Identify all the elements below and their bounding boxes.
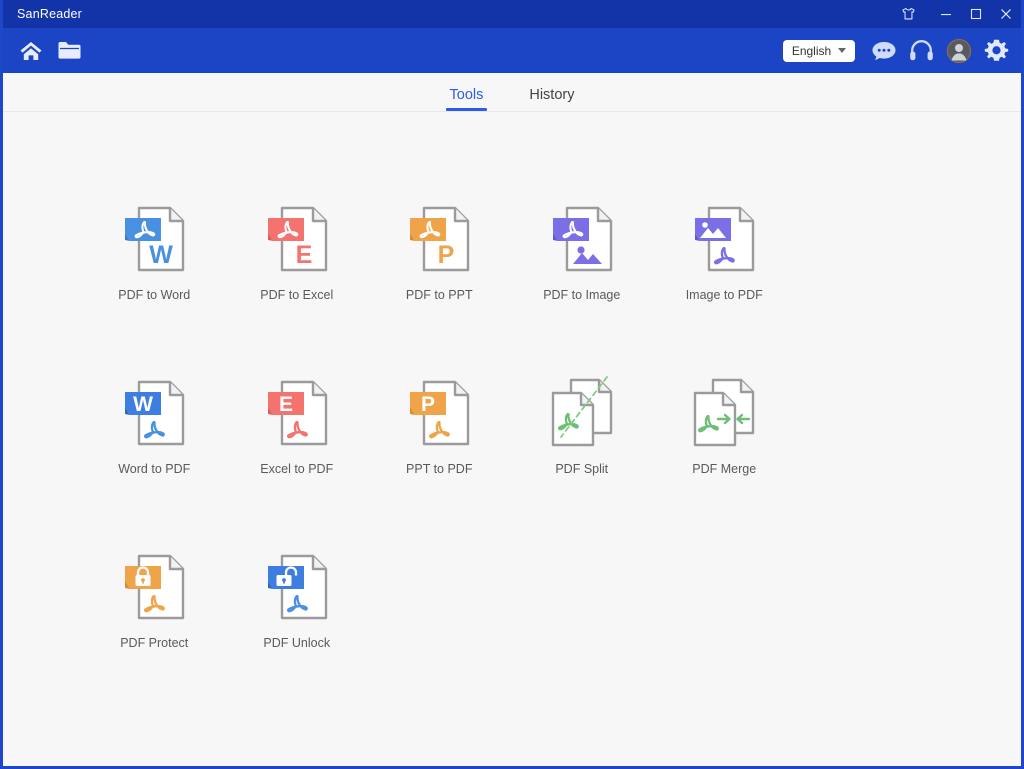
app-window: SanReader bbox=[0, 0, 1024, 769]
tool-card-excel-to-pdf[interactable]: E Excel to PDF bbox=[226, 366, 369, 540]
excel-to-pdf-icon: E bbox=[247, 370, 347, 456]
toolbar-left-group bbox=[19, 40, 82, 62]
svg-text:W: W bbox=[133, 393, 153, 416]
toolbar-right-group: English bbox=[783, 38, 1009, 64]
tab-tools-label: Tools bbox=[450, 87, 484, 103]
window-controls bbox=[893, 0, 1021, 28]
language-select-value: English bbox=[792, 45, 831, 57]
minimize-button[interactable] bbox=[931, 0, 961, 28]
settings-gear-icon[interactable] bbox=[984, 38, 1009, 63]
content-area: W PDF to Word E bbox=[3, 112, 1021, 766]
pdf-unlock-icon bbox=[247, 544, 347, 630]
tool-label: PDF Split bbox=[555, 462, 608, 476]
pdf-split-icon bbox=[532, 370, 632, 456]
tool-card-pdf-protect[interactable]: PDF Protect bbox=[83, 540, 226, 714]
tool-label: PDF to Word bbox=[118, 288, 190, 302]
pdf-merge-icon bbox=[674, 370, 774, 456]
tool-label: Image to PDF bbox=[686, 288, 763, 302]
ppt-to-pdf-icon: P bbox=[389, 370, 489, 456]
pdf-to-ppt-icon: P bbox=[389, 196, 489, 282]
tool-card-pdf-to-word[interactable]: W PDF to Word bbox=[83, 192, 226, 366]
tab-history[interactable]: History bbox=[525, 87, 578, 111]
open-folder-icon[interactable] bbox=[57, 40, 82, 61]
tool-card-pdf-split[interactable]: PDF Split bbox=[511, 366, 654, 540]
skin-icon[interactable] bbox=[893, 0, 923, 28]
tool-card-ppt-to-pdf[interactable]: P PPT to PDF bbox=[368, 366, 511, 540]
pdf-to-excel-icon: E bbox=[247, 196, 347, 282]
support-headset-icon[interactable] bbox=[909, 39, 934, 62]
tab-bar: Tools History bbox=[3, 73, 1021, 112]
pdf-to-image-icon bbox=[532, 196, 632, 282]
svg-text:P: P bbox=[421, 393, 435, 416]
tools-grid-row: W Word to PDF E bbox=[3, 366, 1021, 540]
feedback-chat-icon[interactable] bbox=[871, 40, 897, 62]
tool-card-word-to-pdf[interactable]: W Word to PDF bbox=[83, 366, 226, 540]
tool-label: PPT to PDF bbox=[406, 462, 472, 476]
tool-label: PDF to Excel bbox=[260, 288, 333, 302]
tool-label: PDF Merge bbox=[692, 462, 756, 476]
pdf-to-word-icon: W bbox=[104, 196, 204, 282]
tool-card-pdf-merge[interactable]: PDF Merge bbox=[653, 366, 796, 540]
svg-text:E: E bbox=[295, 241, 312, 269]
tab-tools[interactable]: Tools bbox=[446, 87, 488, 111]
tool-label: Word to PDF bbox=[118, 462, 190, 476]
language-select[interactable]: English bbox=[783, 40, 855, 62]
svg-text:W: W bbox=[149, 241, 173, 269]
tool-card-pdf-to-ppt[interactable]: P PDF to PPT bbox=[368, 192, 511, 366]
chevron-down-icon bbox=[838, 48, 846, 53]
tool-card-pdf-unlock[interactable]: PDF Unlock bbox=[226, 540, 369, 714]
svg-text:P: P bbox=[438, 241, 455, 269]
tool-label: PDF Protect bbox=[120, 636, 188, 650]
svg-text:E: E bbox=[279, 393, 293, 416]
image-to-pdf-icon bbox=[674, 196, 774, 282]
tools-grid-row: PDF Protect bbox=[3, 540, 1021, 714]
tool-label: Excel to PDF bbox=[260, 462, 333, 476]
tool-card-pdf-to-image[interactable]: PDF to Image bbox=[511, 192, 654, 366]
window-title: SanReader bbox=[17, 7, 82, 21]
pdf-protect-icon bbox=[104, 544, 204, 630]
tab-history-label: History bbox=[529, 87, 574, 103]
tools-grid-row: W PDF to Word E bbox=[3, 192, 1021, 366]
tool-label: PDF to PPT bbox=[406, 288, 473, 302]
tool-card-pdf-to-excel[interactable]: E PDF to Excel bbox=[226, 192, 369, 366]
tool-label: PDF to Image bbox=[543, 288, 620, 302]
title-bar: SanReader bbox=[3, 0, 1021, 28]
tools-grid: W PDF to Word E bbox=[3, 192, 1021, 714]
tool-label: PDF Unlock bbox=[263, 636, 330, 650]
word-to-pdf-icon: W bbox=[104, 370, 204, 456]
tool-card-image-to-pdf[interactable]: Image to PDF bbox=[653, 192, 796, 366]
main-toolbar: English bbox=[3, 28, 1021, 73]
account-avatar-icon[interactable] bbox=[946, 38, 972, 64]
home-icon[interactable] bbox=[19, 40, 43, 62]
maximize-button[interactable] bbox=[961, 0, 991, 28]
close-button[interactable] bbox=[991, 0, 1021, 28]
